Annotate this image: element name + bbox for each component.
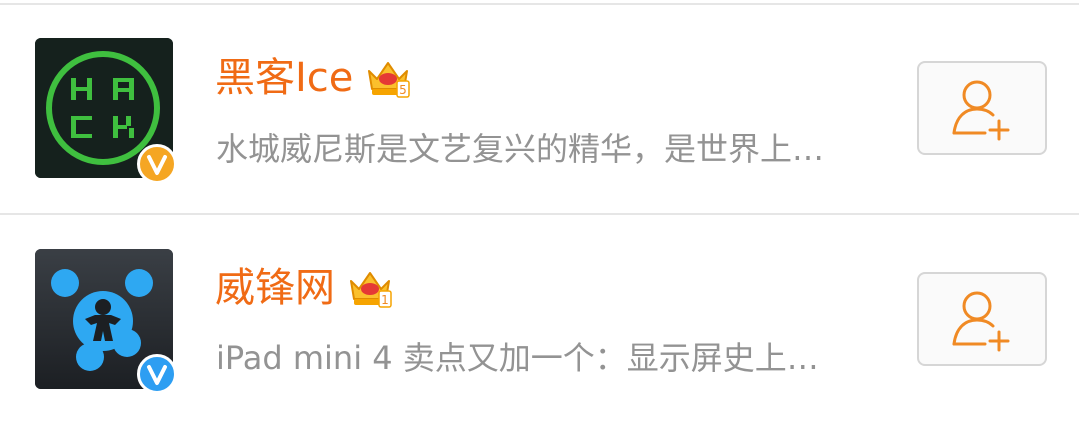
name-line: 黑客Ice 5 (215, 50, 411, 106)
verified-badge (137, 144, 177, 184)
user-name[interactable]: 黑客Ice (215, 58, 353, 98)
crown-level-icon: 1 (350, 272, 392, 308)
follow-button[interactable] (917, 272, 1047, 366)
name-line: 威锋网 1 (215, 260, 393, 316)
description: iPad mini 4 卖点又加一个：显示屏史上… (216, 339, 819, 377)
follow-button[interactable] (917, 61, 1047, 155)
verified-badge (137, 354, 177, 394)
add-user-icon (952, 80, 1010, 141)
crown-level-label: 5 (400, 83, 408, 97)
crown-level-label: 1 (381, 293, 389, 307)
verified-v-icon (147, 365, 167, 385)
user-name[interactable]: 威锋网 (215, 268, 335, 308)
add-user-icon (952, 291, 1010, 352)
list-item[interactable]: 黑客Ice 5 水城威尼斯是文艺复兴的精华，是世界上… (0, 5, 1079, 215)
list-item[interactable]: 威锋网 1 iPad mini 4 卖点又加一个：显示屏史上… (0, 215, 1079, 425)
description: 水城威尼斯是文艺复兴的精华，是世界上… (216, 130, 825, 168)
verified-v-icon (147, 155, 167, 175)
crown-level-icon: 5 (368, 62, 411, 98)
